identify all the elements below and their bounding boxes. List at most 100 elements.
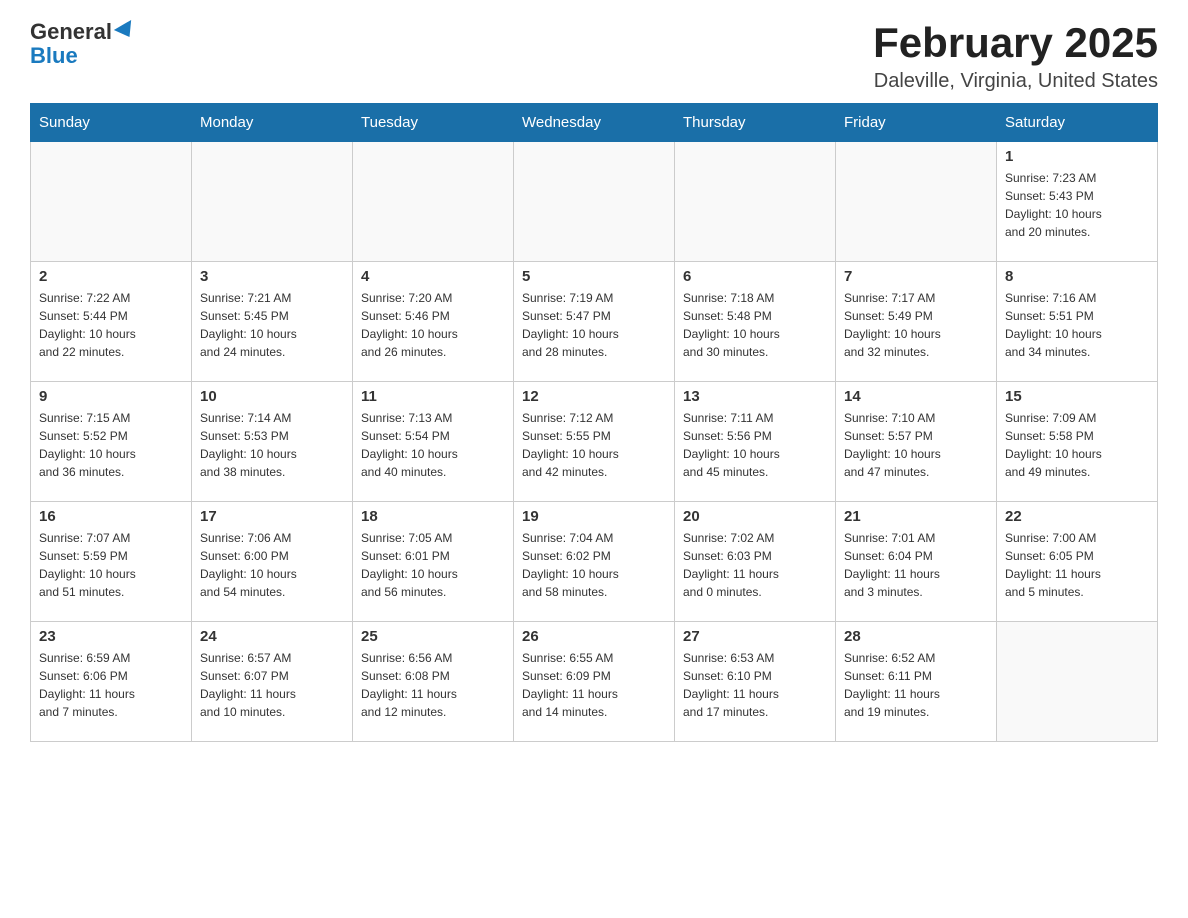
day-number: 2	[39, 268, 183, 285]
day-number: 9	[39, 388, 183, 405]
calendar-body: 1 Sunrise: 7:23 AMSunset: 5:43 PMDaylight…	[31, 142, 1158, 742]
day-info: Sunrise: 7:00 AMSunset: 6:05 PMDaylight:…	[1005, 529, 1149, 601]
day-info: Sunrise: 7:16 AMSunset: 5:51 PMDaylight:…	[1005, 289, 1149, 361]
day-info: Sunrise: 7:06 AMSunset: 6:00 PMDaylight:…	[200, 529, 344, 601]
day-info: Sunrise: 7:01 AMSunset: 6:04 PMDaylight:…	[844, 529, 988, 601]
day-number: 17	[200, 508, 344, 525]
calendar-cell	[997, 622, 1158, 742]
logo-general-text: General	[30, 19, 112, 44]
day-info: Sunrise: 6:59 AMSunset: 6:06 PMDaylight:…	[39, 649, 183, 721]
day-number: 10	[200, 388, 344, 405]
calendar-cell: 25 Sunrise: 6:56 AMSunset: 6:08 PMDayligh…	[353, 622, 514, 742]
calendar-cell: 10 Sunrise: 7:14 AMSunset: 5:53 PMDayligh…	[192, 382, 353, 502]
day-info: Sunrise: 6:56 AMSunset: 6:08 PMDaylight:…	[361, 649, 505, 721]
calendar-cell: 4 Sunrise: 7:20 AMSunset: 5:46 PMDaylight…	[353, 262, 514, 382]
logo-triangle-icon	[114, 20, 138, 42]
week-row-1: 2 Sunrise: 7:22 AMSunset: 5:44 PMDaylight…	[31, 262, 1158, 382]
day-number: 5	[522, 268, 666, 285]
day-info: Sunrise: 7:19 AMSunset: 5:47 PMDaylight:…	[522, 289, 666, 361]
calendar-cell: 26 Sunrise: 6:55 AMSunset: 6:09 PMDayligh…	[514, 622, 675, 742]
title-block: February 2025 Daleville, Virginia, Unite…	[873, 20, 1158, 93]
page-header: General Blue February 2025 Daleville, Vi…	[30, 20, 1158, 93]
day-number: 13	[683, 388, 827, 405]
calendar-cell	[836, 142, 997, 262]
day-number: 20	[683, 508, 827, 525]
calendar-subtitle: Daleville, Virginia, United States	[873, 70, 1158, 93]
day-number: 1	[1005, 148, 1149, 165]
calendar-title: February 2025	[873, 20, 1158, 66]
calendar-cell: 18 Sunrise: 7:05 AMSunset: 6:01 PMDayligh…	[353, 502, 514, 622]
day-number: 19	[522, 508, 666, 525]
day-info: Sunrise: 6:57 AMSunset: 6:07 PMDaylight:…	[200, 649, 344, 721]
calendar-cell: 12 Sunrise: 7:12 AMSunset: 5:55 PMDayligh…	[514, 382, 675, 502]
day-info: Sunrise: 6:53 AMSunset: 6:10 PMDaylight:…	[683, 649, 827, 721]
day-number: 16	[39, 508, 183, 525]
calendar-cell: 24Sunrise: 6:57 AMSunset: 6:07 PMDayligh…	[192, 622, 353, 742]
day-number: 8	[1005, 268, 1149, 285]
day-info: Sunrise: 6:55 AMSunset: 6:09 PMDaylight:…	[522, 649, 666, 721]
calendar-cell: 1 Sunrise: 7:23 AMSunset: 5:43 PMDaylight…	[997, 142, 1158, 262]
header-thursday: Thursday	[675, 104, 836, 142]
day-number: 23	[39, 628, 183, 645]
calendar-cell: 6Sunrise: 7:18 AMSunset: 5:48 PMDaylight…	[675, 262, 836, 382]
day-info: Sunrise: 7:02 AMSunset: 6:03 PMDaylight:…	[683, 529, 827, 601]
header-tuesday: Tuesday	[353, 104, 514, 142]
calendar-cell: 23 Sunrise: 6:59 AMSunset: 6:06 PMDayligh…	[31, 622, 192, 742]
week-row-4: 23 Sunrise: 6:59 AMSunset: 6:06 PMDayligh…	[31, 622, 1158, 742]
header-wednesday: Wednesday	[514, 104, 675, 142]
calendar-cell: 27Sunrise: 6:53 AMSunset: 6:10 PMDayligh…	[675, 622, 836, 742]
day-info: Sunrise: 7:10 AMSunset: 5:57 PMDaylight:…	[844, 409, 988, 481]
day-info: Sunrise: 7:14 AMSunset: 5:53 PMDaylight:…	[200, 409, 344, 481]
calendar-cell: 8 Sunrise: 7:16 AMSunset: 5:51 PMDaylight…	[997, 262, 1158, 382]
day-headers-row: Sunday Monday Tuesday Wednesday Thursday…	[31, 104, 1158, 142]
day-info: Sunrise: 7:20 AMSunset: 5:46 PMDaylight:…	[361, 289, 505, 361]
day-number: 6	[683, 268, 827, 285]
day-info: Sunrise: 7:22 AMSunset: 5:44 PMDaylight:…	[39, 289, 183, 361]
day-number: 22	[1005, 508, 1149, 525]
calendar-cell: 19 Sunrise: 7:04 AMSunset: 6:02 PMDayligh…	[514, 502, 675, 622]
calendar-cell: 16 Sunrise: 7:07 AMSunset: 5:59 PMDayligh…	[31, 502, 192, 622]
calendar-cell: 13Sunrise: 7:11 AMSunset: 5:56 PMDayligh…	[675, 382, 836, 502]
header-friday: Friday	[836, 104, 997, 142]
day-number: 14	[844, 388, 988, 405]
day-info: Sunrise: 6:52 AMSunset: 6:11 PMDaylight:…	[844, 649, 988, 721]
week-row-3: 16 Sunrise: 7:07 AMSunset: 5:59 PMDayligh…	[31, 502, 1158, 622]
day-number: 15	[1005, 388, 1149, 405]
calendar-cell	[353, 142, 514, 262]
logo: General Blue	[30, 20, 136, 68]
calendar-cell: 3Sunrise: 7:21 AMSunset: 5:45 PMDaylight…	[192, 262, 353, 382]
day-number: 18	[361, 508, 505, 525]
calendar-cell: 7 Sunrise: 7:17 AMSunset: 5:49 PMDaylight…	[836, 262, 997, 382]
day-info: Sunrise: 7:07 AMSunset: 5:59 PMDaylight:…	[39, 529, 183, 601]
header-monday: Monday	[192, 104, 353, 142]
calendar-cell: 5 Sunrise: 7:19 AMSunset: 5:47 PMDaylight…	[514, 262, 675, 382]
day-number: 4	[361, 268, 505, 285]
calendar-table: Sunday Monday Tuesday Wednesday Thursday…	[30, 103, 1158, 742]
day-info: Sunrise: 7:23 AMSunset: 5:43 PMDaylight:…	[1005, 169, 1149, 241]
calendar-cell	[192, 142, 353, 262]
header-sunday: Sunday	[31, 104, 192, 142]
day-info: Sunrise: 7:09 AMSunset: 5:58 PMDaylight:…	[1005, 409, 1149, 481]
calendar-cell	[514, 142, 675, 262]
calendar-cell: 21 Sunrise: 7:01 AMSunset: 6:04 PMDayligh…	[836, 502, 997, 622]
day-number: 11	[361, 388, 505, 405]
calendar-cell	[31, 142, 192, 262]
day-number: 21	[844, 508, 988, 525]
day-number: 28	[844, 628, 988, 645]
day-info: Sunrise: 7:04 AMSunset: 6:02 PMDaylight:…	[522, 529, 666, 601]
day-info: Sunrise: 7:15 AMSunset: 5:52 PMDaylight:…	[39, 409, 183, 481]
day-info: Sunrise: 7:12 AMSunset: 5:55 PMDaylight:…	[522, 409, 666, 481]
day-number: 3	[200, 268, 344, 285]
day-info: Sunrise: 7:13 AMSunset: 5:54 PMDaylight:…	[361, 409, 505, 481]
calendar-cell: 14 Sunrise: 7:10 AMSunset: 5:57 PMDayligh…	[836, 382, 997, 502]
day-number: 26	[522, 628, 666, 645]
day-number: 7	[844, 268, 988, 285]
week-row-0: 1 Sunrise: 7:23 AMSunset: 5:43 PMDaylight…	[31, 142, 1158, 262]
day-info: Sunrise: 7:05 AMSunset: 6:01 PMDaylight:…	[361, 529, 505, 601]
week-row-2: 9 Sunrise: 7:15 AMSunset: 5:52 PMDaylight…	[31, 382, 1158, 502]
calendar-cell: 28 Sunrise: 6:52 AMSunset: 6:11 PMDayligh…	[836, 622, 997, 742]
calendar-header: Sunday Monday Tuesday Wednesday Thursday…	[31, 104, 1158, 142]
day-number: 25	[361, 628, 505, 645]
day-info: Sunrise: 7:17 AMSunset: 5:49 PMDaylight:…	[844, 289, 988, 361]
day-number: 12	[522, 388, 666, 405]
